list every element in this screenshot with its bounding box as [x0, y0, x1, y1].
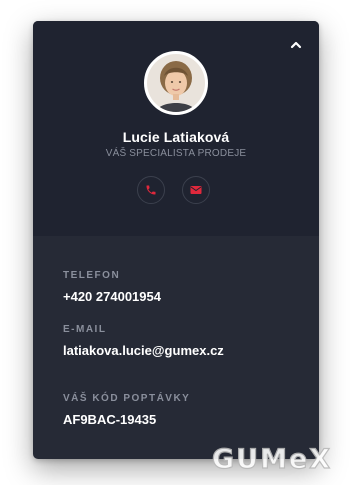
email-value[interactable]: latiakova.lucie@gumex.cz [63, 343, 224, 358]
collapse-button[interactable] [289, 38, 303, 50]
email-label: E-MAIL [63, 324, 107, 335]
avatar [144, 51, 208, 115]
chevron-up-icon [290, 41, 302, 49]
contact-card: Lucie Latiaková VÁŠ SPECIALISTA PRODEJE … [33, 21, 319, 459]
contact-header: Lucie Latiaková VÁŠ SPECIALISTA PRODEJE [33, 21, 319, 236]
contact-name: Lucie Latiaková [122, 129, 230, 145]
call-button[interactable] [137, 176, 165, 204]
email-button[interactable] [182, 176, 210, 204]
phone-icon [146, 185, 156, 195]
phone-value[interactable]: +420 274001954 [63, 289, 161, 304]
inquiry-code-value: AF9BAC-19435 [63, 412, 157, 427]
contact-actions [137, 176, 217, 208]
inquiry-code-label: VÁŠ KÓD POPTÁVKY [63, 393, 191, 404]
gumex-watermark: GUMeX [211, 443, 333, 475]
phone-label: TELEFON [63, 270, 121, 281]
mail-icon [190, 186, 202, 194]
contact-role: VÁŠ SPECIALISTA PRODEJE [105, 148, 247, 159]
